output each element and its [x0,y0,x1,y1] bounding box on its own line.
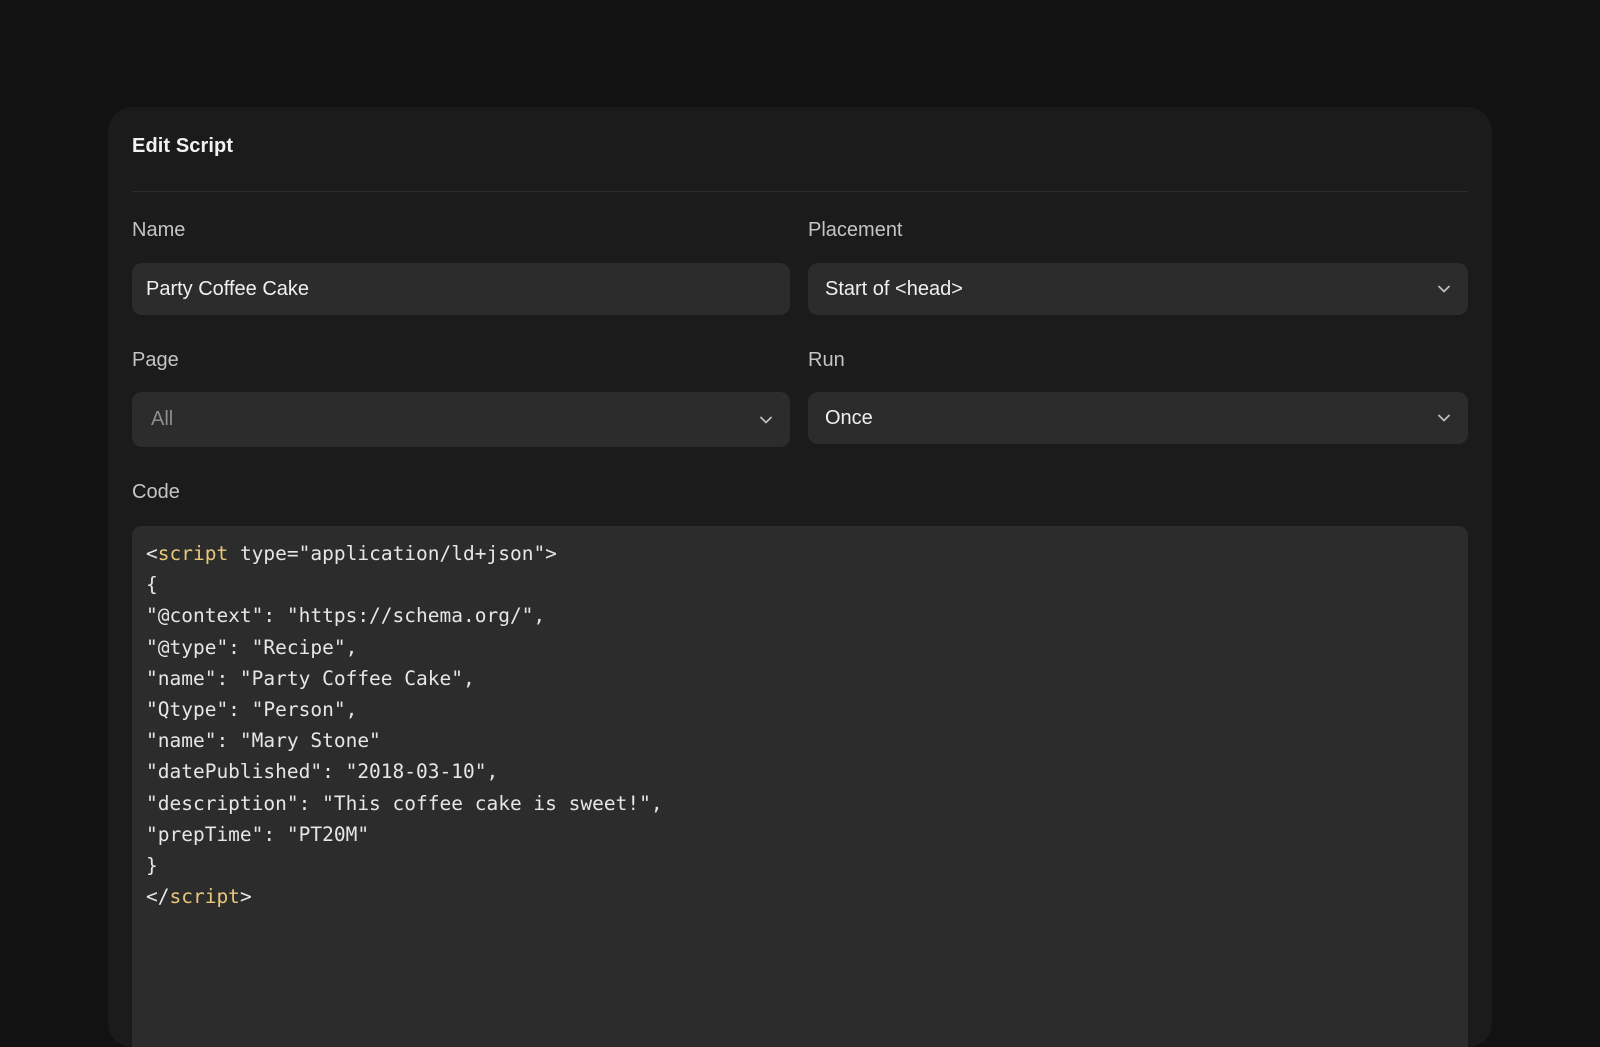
code-line: <script type="application/ld+json"> [146,538,1454,569]
dialog-title: Edit Script [132,135,234,157]
code-line: </script> [146,881,1454,912]
code-tag-name: script [169,885,240,909]
name-input-value: Party Coffee Cake [146,277,310,300]
code-punctuation: < [146,542,158,565]
run-label: Run [808,349,845,371]
code-attribute: > [239,885,252,909]
page-select[interactable]: All [132,392,790,447]
code-line: "Qtype": "Person", [146,697,358,721]
name-label: Name [132,219,186,241]
placement-label: Placement [808,219,903,241]
page-label: Page [132,349,179,371]
chevron-down-icon [1438,412,1450,424]
code-line: "@context": "https://schema.org/", [146,604,546,628]
edit-script-dialog: Edit Script Name Party Coffee Cake Place… [108,107,1492,1047]
code-punctuation: </ [146,885,170,909]
code-line: "name": "Party Coffee Cake", [146,666,475,690]
code-line: "@type": "Recipe", [146,635,358,659]
code-tag-name: script [157,542,229,565]
chevron-down-icon [1438,283,1450,295]
placement-select-value: Start of <head> [825,277,963,300]
name-input[interactable]: Party Coffee Cake [132,263,790,315]
code-attribute: type="application/ld+json"> [228,542,557,565]
page-select-value: All [151,408,174,430]
run-select[interactable]: Once [808,392,1468,444]
code-line: "name": "Mary Stone" [146,729,381,753]
chevron-down-icon [760,414,772,426]
run-select-value: Once [825,406,873,429]
code-line: { [146,573,158,597]
code-editor[interactable]: <script type="application/ld+json">{"@co… [132,526,1468,1047]
placement-select[interactable]: Start of <head> [808,263,1468,315]
header-divider [132,191,1468,192]
code-line: "prepTime": "PT20M" [146,822,370,846]
code-label: Code [132,481,180,503]
code-line: "datePublished": "2018-03-10", [146,760,499,784]
code-line: } [146,853,158,877]
code-line: "description": "This coffee cake is swee… [146,791,663,815]
